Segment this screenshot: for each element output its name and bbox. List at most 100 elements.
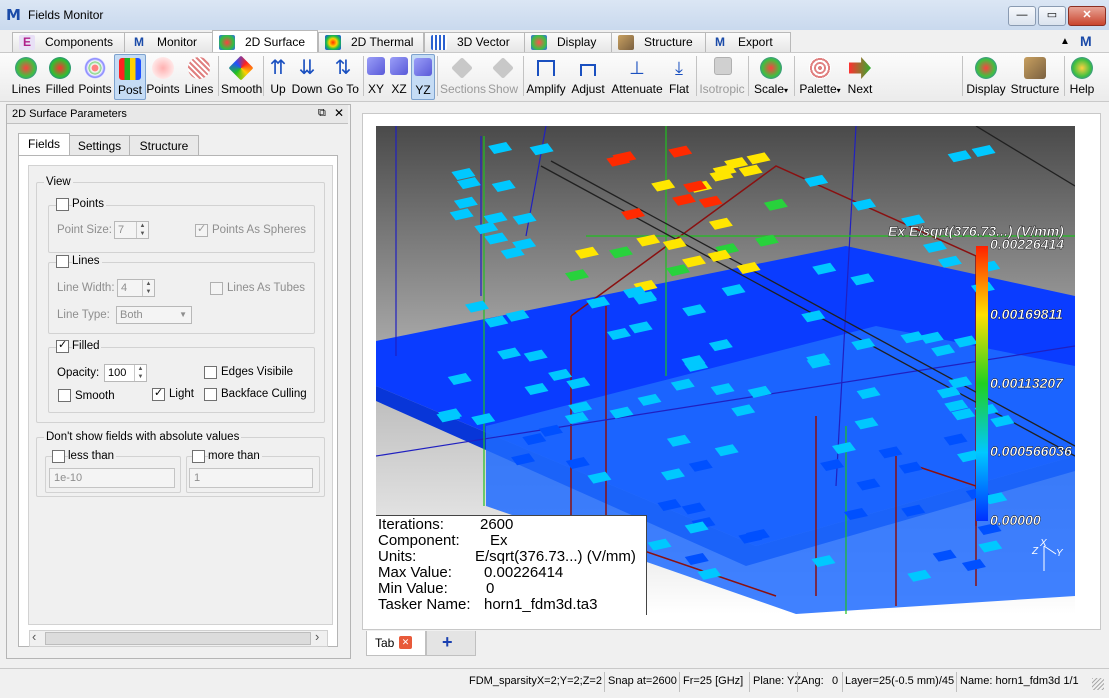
attenuate-button[interactable]: ⊥ Attenuate <box>610 54 664 98</box>
lines-checkbox[interactable] <box>56 255 69 268</box>
less-than-input[interactable]: 1e-10 <box>49 468 175 488</box>
line-width-spinner[interactable]: 4 ▲ ▼ <box>117 279 155 297</box>
points-as-spheres-checkbox[interactable] <box>195 222 208 237</box>
sections-button[interactable]: Sections <box>440 54 486 98</box>
tab-structure[interactable]: Structure <box>611 32 706 52</box>
opacity-value: 100 <box>108 367 127 379</box>
opacity-spinner[interactable]: 100 ▲ ▼ <box>104 364 147 382</box>
tab-fields[interactable]: Fields <box>18 133 70 157</box>
component-value: Ex <box>490 532 508 549</box>
plane-xy-button[interactable]: XY <box>365 54 387 98</box>
surface-icon <box>219 35 235 50</box>
isotropic-icon <box>714 57 732 75</box>
close-tab-icon[interactable]: ✕ <box>399 636 412 649</box>
light-checkbox[interactable] <box>152 386 165 401</box>
maximize-button[interactable]: ▭ <box>1038 6 1066 26</box>
plane-yz-button[interactable]: YZ <box>411 54 435 100</box>
status-frequency: Fr=25 [GHz] <box>683 675 744 687</box>
scale-button[interactable]: Scale▾ <box>752 54 790 98</box>
filled-button[interactable]: Filled <box>44 54 76 98</box>
button-label: Down <box>291 82 323 96</box>
tab-label: Export <box>738 35 773 49</box>
view-group-label: View <box>44 176 73 188</box>
close-panel-icon[interactable]: ✕ <box>334 106 344 120</box>
tab-export[interactable]: M Export <box>705 32 791 52</box>
smooth-checkbox[interactable] <box>58 389 71 402</box>
add-tab-button[interactable]: + <box>426 631 476 656</box>
less-than-checkbox[interactable] <box>52 450 65 463</box>
status-separator <box>679 672 680 692</box>
scroll-left-icon[interactable]: ‹ <box>32 629 36 644</box>
view-tab[interactable]: Tab ✕ <box>366 631 426 656</box>
isotropic-button[interactable]: Isotropic <box>699 54 745 98</box>
points-label: Points <box>72 198 106 210</box>
units-value: E/sqrt(376.73...) (V/mm) <box>475 548 636 565</box>
plane-xz-button[interactable]: XZ <box>388 54 410 98</box>
lines-alt-button[interactable]: Lines <box>183 54 215 98</box>
smooth-button[interactable]: Smooth <box>221 54 262 98</box>
help-logo-icon[interactable]: M <box>1080 33 1098 51</box>
help-button[interactable]: Help <box>1068 54 1096 98</box>
points-checkbox[interactable] <box>56 198 69 211</box>
collapse-ribbon-icon[interactable]: ▲ <box>1060 36 1070 47</box>
post-button[interactable]: Post <box>114 54 146 100</box>
button-label: Adjust <box>571 82 605 96</box>
iterations-value: 2600 <box>480 516 514 533</box>
monitor-icon: M <box>134 35 144 49</box>
flat-button[interactable]: ⤓ Flat <box>666 54 692 98</box>
filled-checkbox[interactable] <box>56 338 69 353</box>
tab-2d-thermal[interactable]: 2D Thermal <box>318 32 424 52</box>
line-type-select[interactable]: Both ▼ <box>116 306 192 324</box>
resize-grip-icon[interactable] <box>1092 678 1104 690</box>
adjust-icon <box>580 64 596 76</box>
legend-tick-2: 0.00169811 <box>990 306 1063 322</box>
tab-structure-params[interactable]: Structure <box>129 135 199 156</box>
more-than-checkbox[interactable] <box>192 450 205 463</box>
lines-button[interactable]: Lines <box>8 54 44 98</box>
tab-label: 2D Surface <box>245 35 306 49</box>
flat-icon: ⤓ <box>675 58 683 78</box>
tab-components[interactable]: E Components <box>12 32 125 52</box>
cube-yz-icon <box>414 58 432 76</box>
amplify-button[interactable]: Amplify <box>526 54 566 98</box>
line-width-value: 4 <box>121 282 128 294</box>
edges-visible-checkbox[interactable] <box>204 366 217 379</box>
minimize-button[interactable]: — <box>1008 6 1036 26</box>
info-overlay: Iterations: 2600 Component: Ex Units: E/… <box>376 515 647 615</box>
next-button[interactable]: Next <box>845 54 875 98</box>
axis-x-label: X <box>1039 538 1047 549</box>
palette-button[interactable]: Palette▾ <box>797 54 843 98</box>
toolbar-separator <box>363 56 364 96</box>
tab-monitor[interactable]: M Monitor <box>124 32 214 52</box>
scrollbar-thumb[interactable] <box>45 632 311 645</box>
window-title: Fields Monitor <box>28 8 104 22</box>
show-button[interactable]: Show <box>487 54 519 98</box>
tab-3d-vector[interactable]: 3D Vector <box>424 32 526 52</box>
structure-button[interactable]: Structure <box>1010 54 1060 98</box>
title-bar <box>0 0 1109 31</box>
points-alt-button[interactable]: Points <box>146 54 180 98</box>
adjust-button[interactable]: Adjust <box>569 54 607 98</box>
goto-button[interactable]: ⇅ Go To <box>325 54 361 98</box>
toolbar-separator <box>794 56 795 96</box>
tab-2d-surface[interactable]: 2D Surface <box>212 30 318 53</box>
tab-display[interactable]: Display <box>524 32 612 52</box>
status-angle-label: Ang: <box>801 675 824 687</box>
display-button[interactable]: Display <box>966 54 1006 98</box>
tab-settings[interactable]: Settings <box>69 135 130 156</box>
lines-as-tubes-checkbox[interactable] <box>210 282 223 295</box>
down-button[interactable]: ⇊ Down <box>291 54 323 98</box>
more-than-input[interactable]: 1 <box>189 468 313 488</box>
scroll-right-icon[interactable]: › <box>315 629 319 644</box>
app-logo-icon: M <box>6 6 21 24</box>
float-panel-icon[interactable]: ⧉ <box>318 107 326 120</box>
toolbar-separator <box>696 56 697 96</box>
point-size-spinner[interactable]: 7 ▲ ▼ <box>114 221 149 239</box>
close-window-button[interactable]: ✕ <box>1068 6 1106 26</box>
view-tab-label: Tab <box>375 636 395 650</box>
status-separator <box>956 672 957 692</box>
backface-culling-checkbox[interactable] <box>204 388 217 401</box>
points-button[interactable]: Points <box>77 54 113 98</box>
smooth-diamond-icon <box>228 55 254 81</box>
up-button[interactable]: ⇈ Up <box>265 54 291 98</box>
